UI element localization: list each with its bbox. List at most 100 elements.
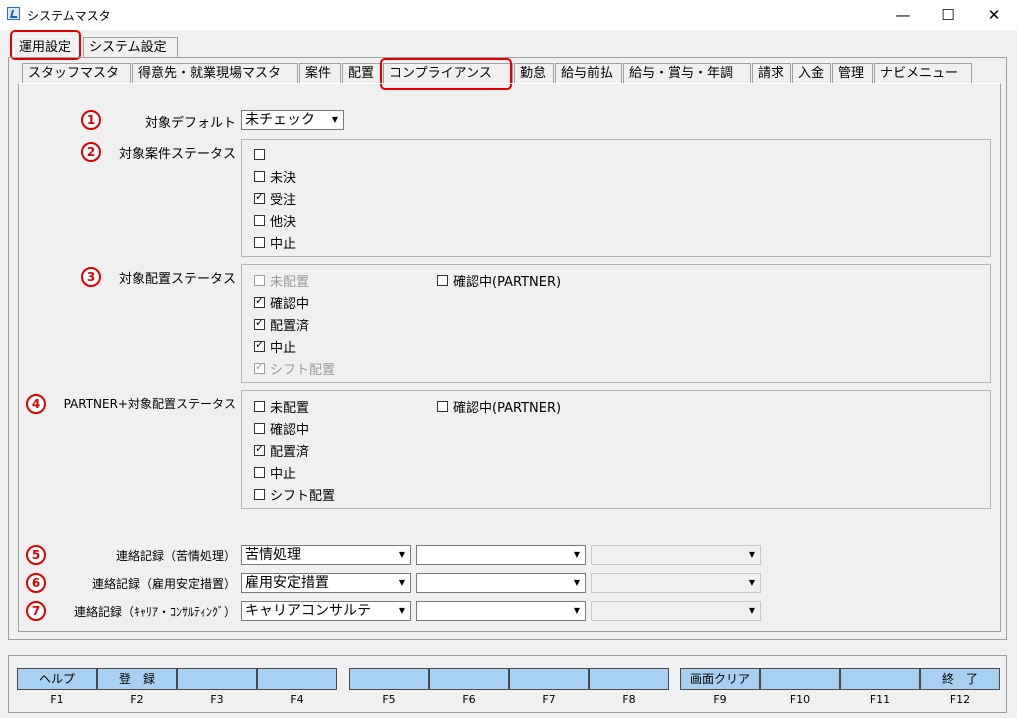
checkbox[interactable] (254, 400, 265, 412)
tab-client-site-master[interactable]: 得意先・就業現場マスタ (132, 63, 298, 83)
checkbox (254, 274, 265, 286)
contact-employment-select-1[interactable]: 雇用安定措置 ▼ (241, 573, 411, 593)
tab-placement[interactable]: 配置 (342, 63, 382, 83)
maximize-button[interactable]: ☐ (925, 0, 971, 30)
partner-status-label: PARTNER+対象配置ステータス (63, 397, 236, 411)
tab-project[interactable]: 案件 (299, 63, 341, 83)
checkbox[interactable] (254, 294, 265, 308)
partner-status-confirming[interactable]: 確認中 (254, 419, 335, 438)
partner-status-placed[interactable]: 配置済 (254, 441, 335, 460)
contact-complaint-select-2[interactable]: ▼ (416, 545, 586, 565)
f3-button[interactable] (177, 668, 257, 690)
contact-career-select-1[interactable]: キャリアコンサルテ ▼ (241, 601, 411, 621)
f4-button[interactable] (257, 668, 337, 690)
f10-button[interactable] (760, 668, 840, 690)
project-status-label: 対象案件ステータス (118, 147, 236, 162)
chevron-down-icon: ▼ (331, 115, 339, 124)
f11-button[interactable] (840, 668, 920, 690)
chevron-down-icon: ▼ (398, 606, 406, 615)
target-default-label: 対象デフォルト (144, 116, 236, 131)
contact-employment-label: 連絡記録（雇用安定措置） (91, 577, 236, 591)
placement-status-list: 未配置 確認中 配置済 中止 シフト配置 (254, 271, 335, 378)
project-status-undecided[interactable]: 未決 (254, 167, 296, 186)
tab-management[interactable]: 管理 (832, 63, 873, 83)
f6-key-label: F6 (462, 693, 476, 706)
partner-status-confirming-partner[interactable]: 確認中(PARTNER) (437, 397, 561, 416)
chevron-down-icon: ▼ (573, 550, 581, 559)
f2-register-button[interactable]: 登 録 (97, 668, 177, 690)
f8-button[interactable] (589, 668, 669, 690)
contact-employment-select-3: ▼ (591, 573, 761, 593)
project-status-blank[interactable] (254, 145, 296, 163)
checkbox (254, 360, 265, 374)
chevron-down-icon: ▼ (573, 578, 581, 587)
f1-help-button[interactable]: ヘルプ (17, 668, 97, 690)
partner-status-list: 未配置 確認中 配置済 中止 シフト配置 (254, 397, 335, 504)
contact-complaint-select-1[interactable]: 苦情処理 ▼ (241, 545, 411, 565)
f7-button[interactable] (509, 668, 589, 690)
checkbox[interactable] (254, 214, 265, 226)
checkbox[interactable] (254, 422, 265, 434)
placement-status-confirming-partner[interactable]: 確認中(PARTNER) (437, 271, 561, 290)
partner-status-cancelled[interactable]: 中止 (254, 463, 335, 482)
badge-1: 1 (81, 110, 101, 130)
contact-career-select-2[interactable]: ▼ (416, 601, 586, 621)
f5-key-label: F5 (382, 693, 396, 706)
tab-attendance[interactable]: 勤怠 (514, 63, 554, 83)
badge-5: 5 (26, 545, 46, 565)
f9-key-label: F9 (713, 693, 727, 706)
placement-status-cancelled[interactable]: 中止 (254, 337, 335, 356)
title-bar: システムマスタ — ☐ ✕ (0, 0, 1017, 30)
f5-button[interactable] (349, 668, 429, 690)
checkbox[interactable] (254, 316, 265, 330)
tab-billing[interactable]: 請求 (752, 63, 791, 83)
minimize-button[interactable]: — (880, 0, 926, 30)
tab-operation-settings[interactable]: 運用設定 (13, 36, 78, 58)
checkbox[interactable] (254, 442, 265, 456)
target-default-value: 未チェック (245, 112, 315, 128)
project-status-cancelled[interactable]: 中止 (254, 233, 296, 252)
tab-payment[interactable]: 入金 (792, 63, 831, 83)
checkbox[interactable] (254, 466, 265, 478)
app-icon (7, 7, 20, 20)
tab-system-settings[interactable]: システム設定 (83, 37, 178, 57)
contact-employment-select-2[interactable]: ▼ (416, 573, 586, 593)
f6-button[interactable] (429, 668, 509, 690)
checkbox[interactable] (437, 274, 448, 286)
checkbox[interactable] (254, 170, 265, 182)
placement-status-placed[interactable]: 配置済 (254, 315, 335, 334)
placement-status-shift: シフト配置 (254, 359, 335, 378)
tab-salary-advance[interactable]: 給与前払 (555, 63, 622, 83)
chevron-down-icon: ▼ (748, 550, 756, 559)
chevron-down-icon: ▼ (573, 606, 581, 615)
checkbox[interactable] (254, 148, 265, 160)
tab-salary-bonus-yearend[interactable]: 給与・賞与・年調 (623, 63, 751, 83)
placement-status-confirming[interactable]: 確認中 (254, 293, 335, 312)
partner-status-shift[interactable]: シフト配置 (254, 485, 335, 504)
f8-key-label: F8 (622, 693, 636, 706)
checkbox[interactable] (254, 488, 265, 500)
contact-career-select-3: ▼ (591, 601, 761, 621)
f7-key-label: F7 (542, 693, 556, 706)
tab-staff-master[interactable]: スタッフマスタ (22, 63, 131, 83)
tab-navi-menu[interactable]: ナビメニュー (874, 63, 972, 83)
project-status-ordered[interactable]: 受注 (254, 189, 296, 208)
target-default-select[interactable]: 未チェック ▼ (241, 110, 344, 130)
partner-status-unplaced[interactable]: 未配置 (254, 397, 335, 416)
f9-clear-screen-button[interactable]: 画面クリア (680, 668, 760, 690)
project-status-group (241, 139, 991, 257)
checkbox[interactable] (254, 338, 265, 352)
project-status-lost[interactable]: 他決 (254, 211, 296, 230)
f4-key-label: F4 (290, 693, 304, 706)
f10-key-label: F10 (789, 693, 811, 706)
f12-exit-button[interactable]: 終 了 (920, 668, 1000, 690)
close-button[interactable]: ✕ (971, 0, 1017, 30)
badge-6: 6 (26, 573, 46, 593)
project-status-list: 未決 受注 他決 中止 (254, 145, 296, 252)
checkbox[interactable] (437, 400, 448, 412)
checkbox[interactable] (254, 190, 265, 204)
badge-3: 3 (81, 267, 101, 287)
checkbox[interactable] (254, 236, 265, 248)
f1-key-label: F1 (50, 693, 64, 706)
f12-key-label: F12 (949, 693, 971, 706)
